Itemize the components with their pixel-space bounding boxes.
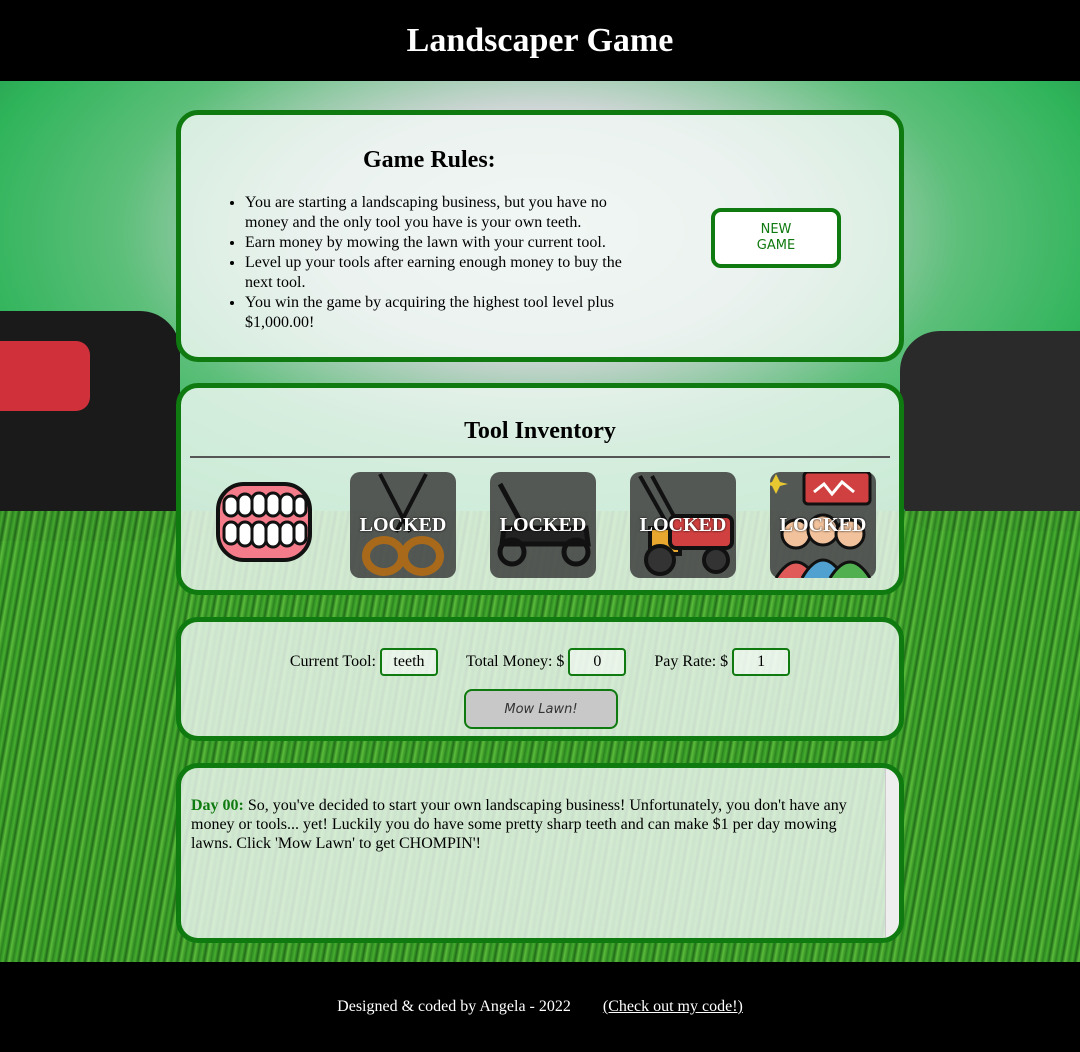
total-money-group: Total Money: $ 0 [465, 648, 627, 676]
footer-credit: Designed & coded by Angela - 2022 [337, 998, 571, 1015]
locked-label: LOCKED [779, 513, 867, 536]
pay-rate-group: Pay Rate: $ 1 [654, 648, 791, 676]
tool-slot-push-mower[interactable]: LOCKED [490, 472, 596, 578]
rules-title: Game Rules: [363, 147, 496, 173]
log-day-label: Day 00: [191, 797, 244, 814]
total-money-label: Total Money: $ [465, 653, 565, 670]
rules-panel: Game Rules: You are starting a landscapi… [176, 110, 904, 362]
mow-lawn-button[interactable]: Mow Lawn! [464, 689, 618, 729]
log-entry: Day 00: So, you've decided to start your… [191, 796, 871, 853]
divider [190, 456, 890, 458]
total-money-value: 0 [568, 648, 627, 676]
rule-item: You win the game by acquiring the highes… [245, 293, 625, 333]
new-game-button[interactable]: NEW GAME [711, 208, 841, 268]
tool-slot-scissors[interactable]: LOCKED [350, 472, 456, 578]
log-scrollbar[interactable] [885, 768, 899, 938]
source-code-link[interactable]: (Check out my code!) [603, 998, 743, 1016]
header: Landscaper Game [0, 0, 1080, 81]
current-tool-value: teeth [379, 648, 438, 676]
tool-slot-teeth[interactable] [210, 472, 316, 578]
locked-label: LOCKED [359, 513, 447, 536]
rule-item: You are starting a landscaping business,… [245, 193, 625, 233]
new-game-label: NEW GAME [756, 222, 796, 253]
game-log-panel[interactable]: Day 00: So, you've decided to start your… [176, 763, 904, 943]
current-tool-label: Current Tool: [289, 653, 376, 670]
footer: Designed & coded by Angela - 2022 (Check… [0, 962, 1080, 1052]
locked-label: LOCKED [639, 513, 727, 536]
rule-item: Level up your tools after earning enough… [245, 253, 625, 293]
rule-item: Earn money by mowing the lawn with your … [245, 233, 625, 253]
rules-list: You are starting a landscaping business,… [245, 193, 625, 333]
inventory-title: Tool Inventory [464, 418, 616, 444]
tool-slot-power-mower[interactable]: LOCKED [630, 472, 736, 578]
page-title: Landscaper Game [406, 21, 674, 59]
teeth-icon [216, 482, 312, 562]
current-tool-group: Current Tool: teeth [290, 648, 438, 676]
tool-inventory-panel: Tool Inventory LOCKED LOCKED LOCKED LOCK… [176, 383, 904, 595]
pay-rate-label: Pay Rate: $ [654, 653, 729, 670]
locked-label: LOCKED [499, 513, 587, 536]
status-panel: Current Tool: teeth Total Money: $ 0 Pay… [176, 617, 904, 741]
tool-slot-team[interactable]: LOCKED [770, 472, 876, 578]
pay-rate-value: 1 [732, 648, 791, 676]
stats-row: Current Tool: teeth Total Money: $ 0 Pay… [181, 648, 899, 676]
log-message: So, you've decided to start your own lan… [191, 797, 847, 852]
